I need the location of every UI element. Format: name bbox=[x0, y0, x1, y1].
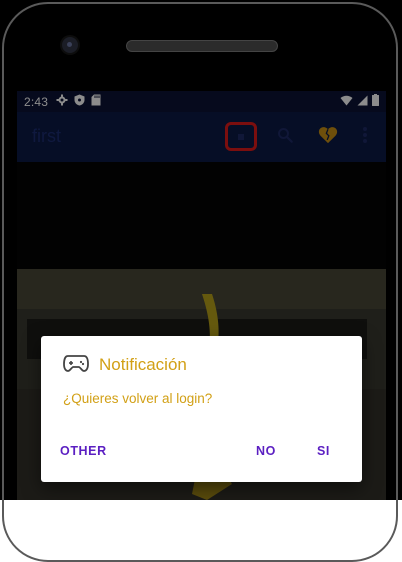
device-frame: 2:43 first Notificación ¿Quieres volver … bbox=[0, 0, 402, 562]
notification-dialog: Notificación ¿Quieres volver al login? O… bbox=[41, 336, 362, 482]
gamepad-icon bbox=[63, 354, 89, 377]
dialog-message: ¿Quieres volver al login? bbox=[63, 391, 213, 406]
earpiece-speaker bbox=[126, 40, 278, 52]
dialog-title: Notificación bbox=[99, 355, 187, 374]
phone-screen: 2:43 first Notificación ¿Quieres volver … bbox=[17, 91, 386, 500]
other-button[interactable]: OTHER bbox=[60, 444, 107, 458]
yes-button[interactable]: SI bbox=[317, 444, 330, 458]
front-camera bbox=[62, 37, 78, 53]
no-button[interactable]: NO bbox=[256, 444, 276, 458]
